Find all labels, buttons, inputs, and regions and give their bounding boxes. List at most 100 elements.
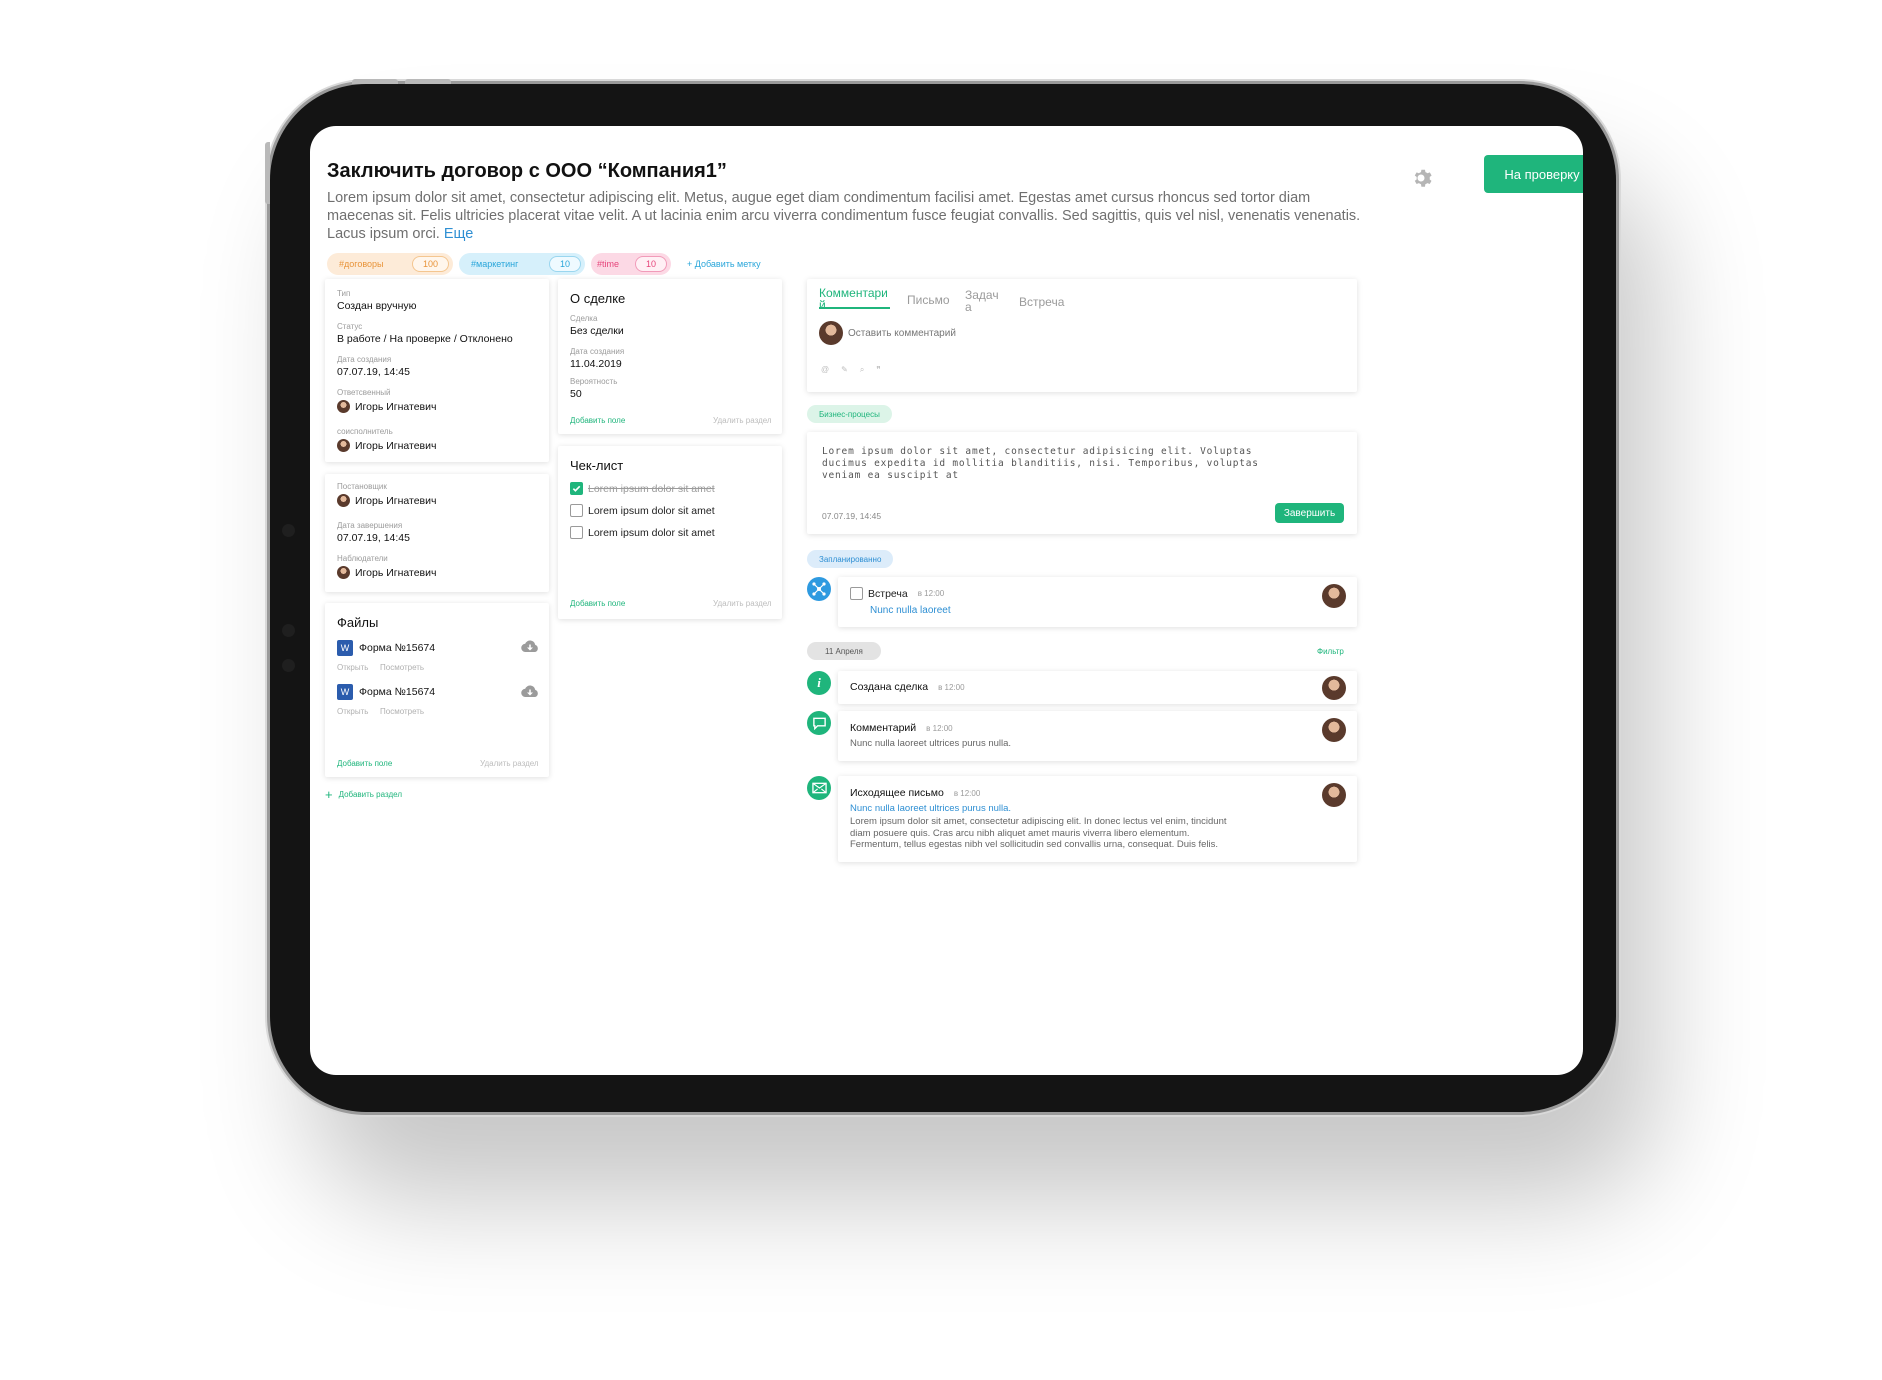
tag-count: 10 [634, 256, 667, 272]
type-label: Тип [337, 289, 351, 298]
gear-icon[interactable] [1409, 166, 1433, 190]
delete-section-link[interactable]: Удалить раздел [713, 416, 772, 425]
business-process-text: Lorem ipsum dolor sit amet, consectetur … [822, 446, 1259, 481]
probability-label: Вероятность [570, 377, 618, 386]
business-process-date: 07.07.19, 14:45 [822, 511, 882, 521]
deal-value[interactable]: Без сделки [570, 325, 624, 337]
filter-link[interactable]: Фильтр [1317, 647, 1344, 656]
watcher-person[interactable]: Игорь Игнатевич [337, 566, 436, 579]
checkbox[interactable] [850, 587, 863, 600]
created-label: Дата создания [337, 355, 392, 364]
file-item[interactable]: W Форма №15674 [337, 684, 435, 700]
mail-body: Lorem ipsum dolor sit amet, consectetur … [850, 816, 1227, 850]
active-tab-underline [819, 307, 890, 309]
checkbox[interactable] [570, 526, 583, 539]
files-card: Файлы W Форма №15674 Открыть Посмотреть W… [325, 603, 549, 777]
tablet-frame: Заключить договор с ООО “Компания1” Lore… [265, 79, 1616, 1112]
view-file-link[interactable]: Посмотреть [380, 663, 424, 672]
comment-timeline-icon [807, 711, 831, 735]
open-file-link[interactable]: Открыть [337, 663, 368, 672]
checkbox[interactable] [570, 504, 583, 517]
description-text: Lorem ipsum dolor sit amet, consectetur … [327, 190, 1361, 242]
setter-person[interactable]: Игорь Игнатевич [337, 494, 436, 507]
quote-icon[interactable]: ❞ [876, 365, 880, 375]
delete-section-link[interactable]: Удалить раздел [480, 759, 539, 768]
add-section-link[interactable]: + Добавить раздел [325, 787, 402, 802]
add-field-link[interactable]: Добавить поле [570, 599, 625, 608]
tab-letter[interactable]: Письмо [907, 294, 950, 306]
business-process-card: Lorem ipsum dolor sit amet, consectetur … [807, 432, 1357, 534]
avatar [1322, 584, 1346, 608]
watchers-label: Наблюдатели [337, 554, 388, 563]
cloud-download-icon[interactable] [521, 639, 539, 653]
mail-timeline-icon [807, 776, 831, 800]
mention-icon[interactable]: @ [821, 365, 829, 375]
cloud-download-icon[interactable] [521, 684, 539, 698]
responsible-person[interactable]: Игорь Игнатевич [337, 400, 436, 413]
check-icon [572, 485, 581, 492]
tag-count: 100 [411, 256, 449, 272]
avatar [1322, 718, 1346, 742]
tag-contracts[interactable]: #договоры 100 [327, 253, 453, 275]
mail-subject-link[interactable]: Nunc nulla laoreet ultrices purus nulla. [850, 803, 1011, 814]
meeting-item[interactable]: Встреча в 12:00 [850, 587, 944, 600]
end-date-value: 07.07.19, 14:45 [337, 532, 410, 544]
outgoing-mail-card: Исходящее письмо в 12:00 Nunc nulla laor… [838, 776, 1357, 862]
meeting-link[interactable]: Nunc nulla laoreet [870, 605, 951, 616]
add-field-link[interactable]: Добавить поле [337, 759, 392, 768]
comment-input[interactable]: Оставить комментарий [819, 321, 956, 345]
add-tag-link[interactable]: + Добавить метку [687, 259, 761, 269]
pencil-icon[interactable]: ✎ [841, 365, 848, 375]
plus-icon: + [325, 787, 333, 802]
avatar [1322, 676, 1346, 700]
attach-icon[interactable]: ⌕ [860, 365, 864, 375]
planned-meeting-card: Встреча в 12:00 Nunc nulla laoreet [838, 577, 1357, 627]
checklist-title: Чек-лист [570, 458, 624, 473]
app-screen: Заключить договор с ООО “Компания1” Lore… [310, 126, 1583, 1075]
responsible-label: Ответсвенный [337, 388, 391, 397]
setter-label: Постановщик [337, 482, 387, 491]
word-doc-icon: W [337, 684, 353, 700]
tab-task[interactable]: Задач а [965, 289, 999, 313]
tablet-top-button [405, 79, 451, 84]
avatar [819, 321, 843, 345]
status-label: Статус [337, 322, 363, 331]
comment-toolbar: @ ✎ ⌕ ❞ [821, 365, 881, 375]
tablet-sensor [282, 624, 295, 637]
page-description: Lorem ipsum dolor sit amet, consectetur … [327, 189, 1377, 243]
page-title: Заключить договор с ООО “Компания1” [327, 160, 727, 182]
finish-button[interactable]: Завершить [1275, 503, 1344, 523]
more-link[interactable]: Еще [444, 226, 474, 242]
avatar [337, 400, 350, 413]
open-file-link[interactable]: Открыть [337, 707, 368, 716]
deal-label: Сделка [570, 314, 598, 323]
planned-pill: Запланированно [807, 550, 894, 568]
tag-count: 10 [548, 256, 581, 272]
people-card: Постановщик Игорь Игнатевич Дата заверше… [325, 474, 549, 592]
info-card: Тип Создан вручную Статус В работе / На … [325, 279, 549, 462]
tablet-top-button [352, 79, 398, 84]
coexecutor-label: соисполнитель [337, 427, 393, 436]
file-item[interactable]: W Форма №15674 [337, 640, 435, 656]
review-button[interactable]: На проверку [1484, 155, 1583, 193]
checklist-item[interactable]: Lorem ipsum dolor sit amet [570, 482, 715, 495]
tag-time[interactable]: #time 10 [591, 253, 671, 275]
tablet-sensor [282, 659, 295, 672]
status-value[interactable]: В работе / На проверке / Отклонено [337, 333, 513, 345]
type-value: Создан вручную [337, 300, 417, 312]
meeting-icon [812, 582, 826, 596]
delete-section-link[interactable]: Удалить раздел [713, 599, 772, 608]
add-field-link[interactable]: Добавить поле [570, 416, 625, 425]
tag-marketing[interactable]: #маркетинг 10 [459, 253, 585, 275]
files-title: Файлы [337, 615, 379, 630]
coexecutor-person[interactable]: Игорь Игнатевич [337, 439, 436, 452]
word-doc-icon: W [337, 640, 353, 656]
business-process-pill: Бизнес-процесы [807, 405, 892, 423]
checkbox-checked[interactable] [570, 482, 583, 495]
view-file-link[interactable]: Посмотреть [380, 707, 424, 716]
checklist-item[interactable]: Lorem ipsum dolor sit amet [570, 526, 715, 539]
checklist-item[interactable]: Lorem ipsum dolor sit amet [570, 504, 715, 517]
deal-created-label: Дата создания [570, 347, 625, 356]
tab-meeting[interactable]: Встреча [1019, 296, 1064, 308]
comment-entry-text: Nunc nulla laoreet ultrices purus nulla. [850, 738, 1012, 749]
